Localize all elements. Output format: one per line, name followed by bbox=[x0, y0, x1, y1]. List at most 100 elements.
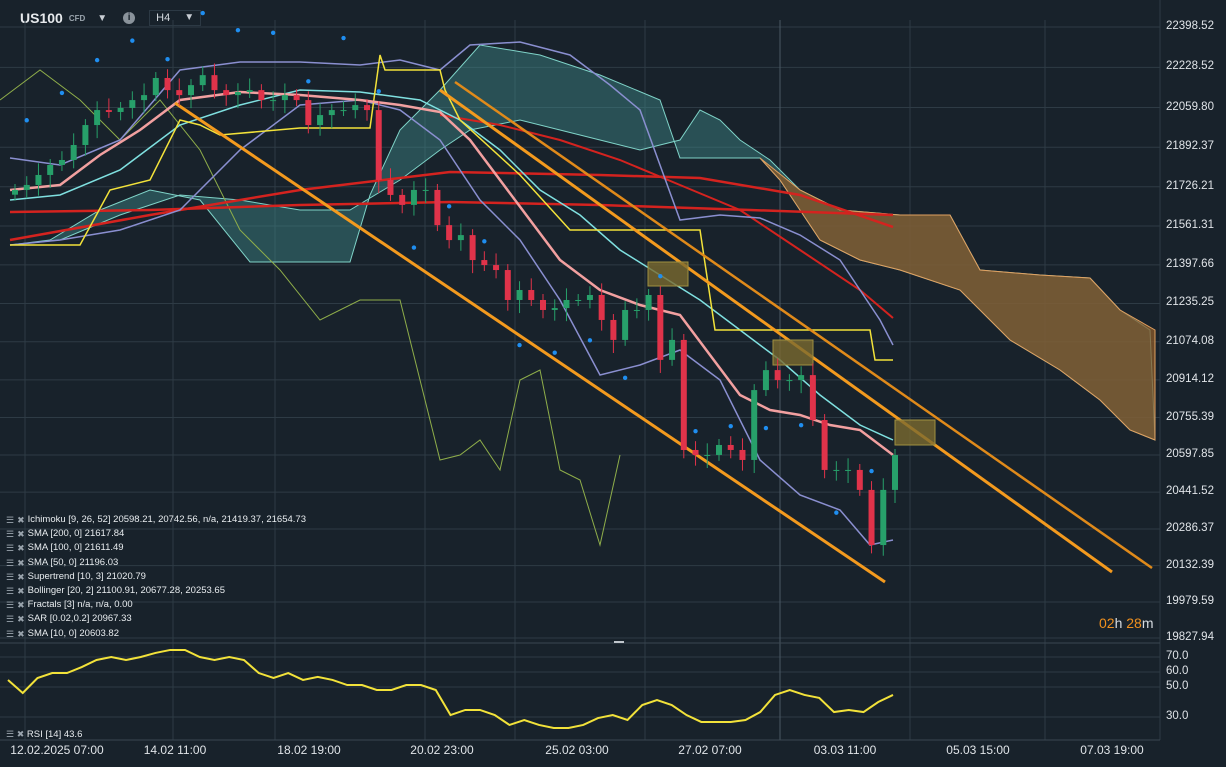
candle-body bbox=[481, 260, 488, 266]
menu-icon[interactable]: ☰ bbox=[6, 729, 14, 739]
time-axis-label: 27.02 07:00 bbox=[678, 743, 742, 757]
sar-dot bbox=[446, 204, 452, 209]
indicator-legend-item: ☰ ✖ SMA [100, 0] 21611.49 bbox=[6, 541, 306, 555]
sar-dot bbox=[165, 56, 170, 62]
zone-box bbox=[772, 339, 814, 366]
indicator-label: Bollinger [20, 2] 21100.91, 20677.28, 20… bbox=[27, 585, 226, 597]
candle-body bbox=[563, 299, 570, 309]
menu-icon[interactable]: ☰ bbox=[6, 541, 14, 555]
candle-body bbox=[12, 189, 18, 195]
price-axis-label: 21074.08 bbox=[1166, 334, 1214, 347]
price-axis-label: 21397.66 bbox=[1166, 257, 1214, 270]
rsi-axis-label: 30.0 bbox=[1166, 710, 1189, 722]
candle-body bbox=[70, 145, 77, 160]
close-icon[interactable]: ✖ bbox=[17, 729, 25, 739]
candle-body bbox=[152, 77, 159, 96]
candle-body bbox=[129, 100, 136, 108]
candle-body bbox=[387, 179, 394, 195]
menu-icon[interactable]: ☰ bbox=[6, 513, 14, 527]
indicator-legend-item: ☰ ✖ SAR [0.02,0.2] 20967.33 bbox=[6, 612, 306, 626]
price-axis-label: 22059.80 bbox=[1166, 100, 1214, 113]
close-icon[interactable]: ✖ bbox=[17, 584, 25, 598]
candle-body bbox=[716, 444, 722, 455]
candle-body bbox=[105, 110, 112, 112]
sar-dot bbox=[798, 422, 804, 428]
rsi-legend-text: RSI [14] 43.6 bbox=[26, 729, 83, 740]
candle-body bbox=[164, 77, 171, 91]
candle-body bbox=[833, 469, 840, 471]
indicator-legend-item: ☰ ✖ Bollinger [20, 2] 21100.91, 20677.28, … bbox=[6, 584, 306, 598]
sar-dot bbox=[411, 245, 417, 250]
price-axis-label: 20441.52 bbox=[1166, 485, 1214, 498]
price-axis-label: 20286.37 bbox=[1166, 522, 1214, 535]
candle-body bbox=[352, 105, 359, 111]
candle-body bbox=[551, 308, 558, 310]
close-icon[interactable]: ✖ bbox=[17, 627, 25, 641]
candle-body bbox=[246, 90, 253, 93]
candle-body bbox=[821, 420, 828, 470]
time-axis-label: 20.02 23:00 bbox=[410, 743, 474, 757]
candle-body bbox=[739, 449, 746, 460]
candle-body bbox=[141, 95, 148, 101]
zone-box bbox=[894, 419, 936, 446]
menu-icon[interactable]: ☰ bbox=[6, 570, 14, 584]
sar-dot bbox=[693, 428, 698, 434]
candle-body bbox=[610, 319, 617, 340]
menu-icon[interactable]: ☰ bbox=[6, 627, 14, 641]
candle-body bbox=[223, 90, 230, 96]
close-icon[interactable]: ✖ bbox=[17, 556, 25, 570]
close-icon[interactable]: ✖ bbox=[17, 513, 25, 527]
candle-body bbox=[528, 290, 535, 300]
indicator-label: SMA [10, 0] 20603.82 bbox=[27, 627, 119, 639]
price-axis-label: 21892.37 bbox=[1166, 140, 1214, 153]
price-axis-label: 21561.31 bbox=[1166, 218, 1214, 231]
candle-body bbox=[270, 100, 277, 102]
time-axis-label: 12.02.2025 07:00 bbox=[10, 743, 104, 757]
candle-body bbox=[176, 90, 183, 96]
price-axis-label: 20914.12 bbox=[1166, 372, 1214, 385]
candle-body bbox=[234, 92, 241, 96]
candle-body bbox=[493, 265, 500, 271]
candle-body bbox=[586, 294, 593, 300]
candle-body bbox=[575, 299, 582, 301]
candle-body bbox=[457, 235, 464, 241]
candle-body bbox=[798, 375, 805, 381]
menu-icon[interactable]: ☰ bbox=[6, 556, 14, 570]
time-axis-label: 18.02 19:00 bbox=[277, 743, 341, 757]
sar-dot bbox=[728, 423, 733, 429]
menu-icon[interactable]: ☰ bbox=[6, 598, 14, 612]
price-chart[interactable] bbox=[0, 0, 1226, 767]
candle-body bbox=[328, 110, 335, 116]
rsi-axis-label: 60.0 bbox=[1166, 665, 1189, 677]
candle-body bbox=[633, 309, 640, 311]
chikou-line bbox=[0, 69, 621, 547]
indicator-legend: ☰ ✖ Ichimoku [9, 26, 52] 20598.21, 20742.5… bbox=[6, 513, 306, 641]
candle-body bbox=[94, 110, 101, 126]
menu-icon[interactable]: ☰ bbox=[6, 612, 14, 626]
candle-body bbox=[375, 110, 382, 180]
close-icon[interactable]: ✖ bbox=[17, 598, 25, 612]
candle-body bbox=[504, 270, 511, 300]
sar-dot bbox=[306, 79, 311, 84]
candle-body bbox=[47, 164, 54, 175]
close-icon[interactable]: ✖ bbox=[17, 612, 25, 626]
indicator-label: Fractals [3] n/a, n/a, 0.00 bbox=[27, 599, 133, 611]
candle-body bbox=[23, 184, 30, 190]
candle-body bbox=[692, 449, 699, 455]
candle-body bbox=[446, 225, 453, 241]
price-axis-label: 21726.21 bbox=[1166, 179, 1214, 192]
close-icon[interactable]: ✖ bbox=[17, 570, 25, 584]
menu-icon[interactable]: ☰ bbox=[6, 527, 14, 541]
close-icon[interactable]: ✖ bbox=[17, 541, 25, 555]
close-icon[interactable]: ✖ bbox=[17, 527, 25, 541]
candle-body bbox=[422, 189, 429, 191]
indicator-legend-item: ☰ ✖ Fractals [3] n/a, n/a, 0.00 bbox=[6, 598, 306, 612]
price-axis-label: 22228.52 bbox=[1166, 60, 1214, 73]
candle-body bbox=[704, 454, 711, 456]
menu-icon[interactable]: ☰ bbox=[6, 584, 14, 598]
timer-m-unit: m bbox=[1141, 615, 1154, 631]
sar-dot bbox=[622, 375, 628, 381]
candle-body bbox=[657, 294, 664, 360]
candle-body bbox=[410, 189, 417, 205]
price-axis-label: 20132.39 bbox=[1166, 558, 1214, 571]
